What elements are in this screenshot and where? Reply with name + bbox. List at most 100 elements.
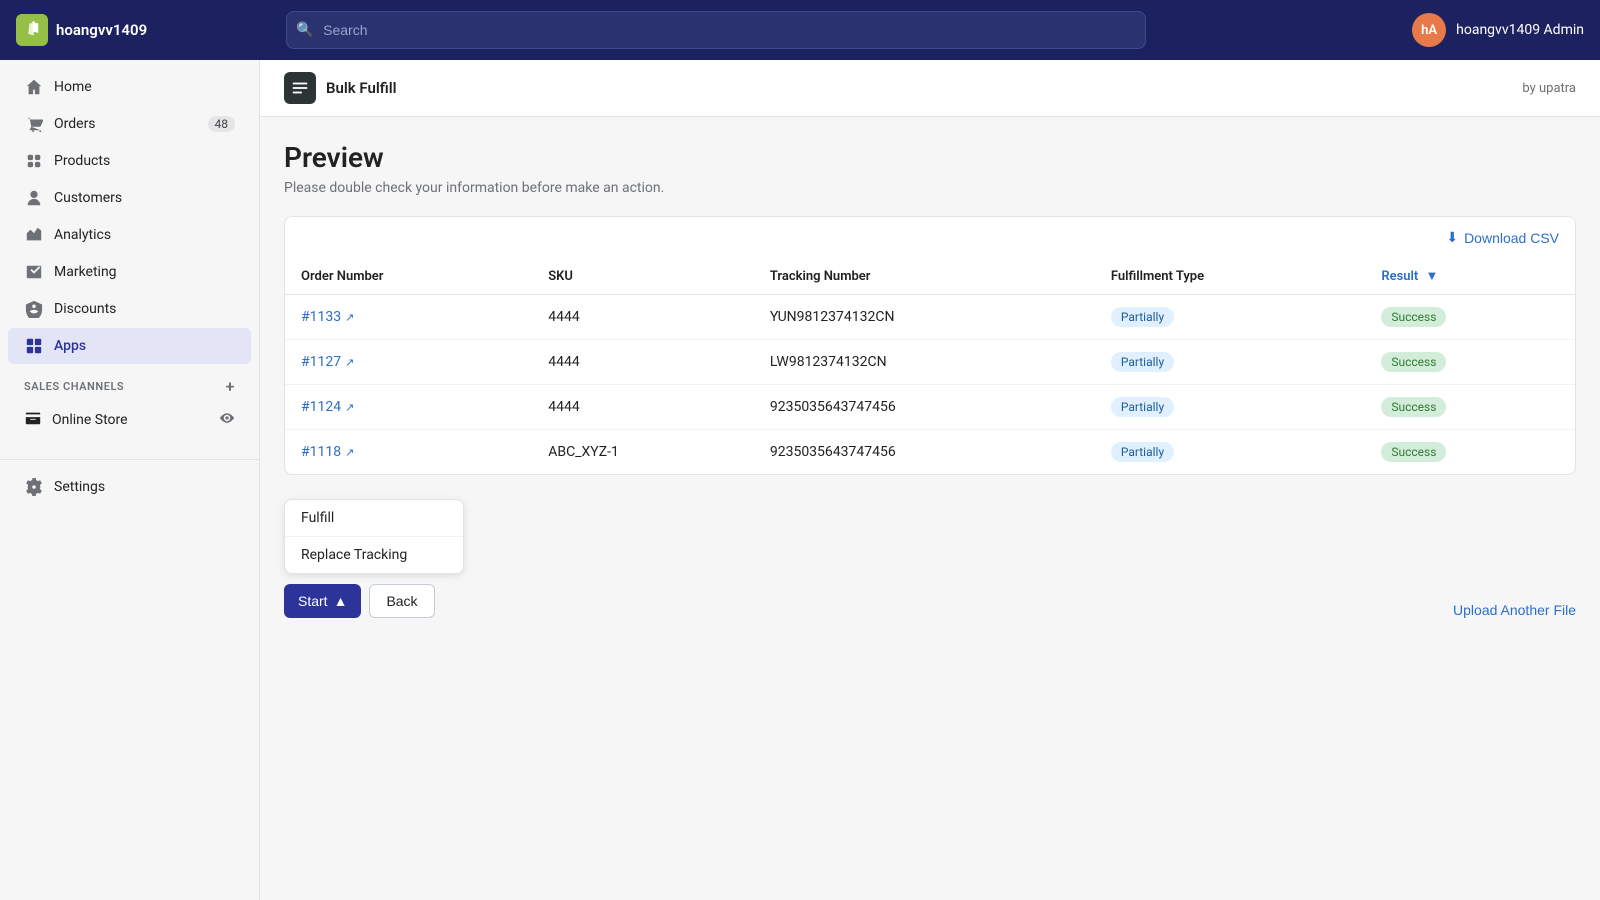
download-csv-button[interactable]: ⬇ Download CSV (1446, 229, 1559, 246)
search-icon: 🔍 (296, 22, 313, 38)
sidebar-item-marketing[interactable]: Marketing (8, 254, 251, 290)
topnav-right: hA hoangvv1409 Admin (1412, 13, 1584, 47)
table-body: #1133 ↗ 4444 YUN9812374132CN Partially S… (285, 295, 1575, 475)
external-link-icon: ↗ (345, 446, 354, 459)
sidebar-item-home[interactable]: Home (8, 69, 251, 105)
col-tracking-number: Tracking Number (754, 258, 1095, 295)
orders-badge: 48 (208, 116, 236, 132)
results-table: Order Number SKU Tracking Number Fulfill… (285, 258, 1575, 474)
tracking-cell: 9235035643747456 (754, 385, 1095, 430)
sales-channels-label: SALES CHANNELS + (0, 365, 259, 400)
preview-subtitle: Please double check your information bef… (284, 180, 1576, 196)
store-logo[interactable]: hoangvv1409 (16, 14, 147, 46)
sidebar-item-customers[interactable]: Customers (8, 180, 251, 216)
sidebar-item-analytics[interactable]: Analytics (8, 217, 251, 253)
preview-title: Preview (284, 141, 1576, 174)
action-bar: Fulfill Replace Tracking Start ▲ Back Up… (260, 499, 1600, 642)
eye-icon[interactable] (219, 410, 235, 430)
external-link-icon: ↗ (345, 356, 354, 369)
tracking-cell: YUN9812374132CN (754, 295, 1095, 340)
apps-icon (24, 336, 44, 356)
home-icon (24, 77, 44, 97)
customers-icon (24, 188, 44, 208)
order-link-1133[interactable]: #1133 ↗ (301, 309, 516, 325)
dropdown-fulfill-item: Fulfill (285, 500, 463, 537)
sidebar-item-orders[interactable]: Orders 48 (8, 106, 251, 142)
products-icon (24, 151, 44, 171)
external-link-icon: ↗ (345, 401, 354, 414)
tracking-cell: LW9812374132CN (754, 340, 1095, 385)
start-button[interactable]: Start ▲ (284, 584, 361, 618)
results-table-container: ⬇ Download CSV Order Number SKU Tracking… (284, 216, 1576, 475)
add-sales-channel-button[interactable]: + (226, 377, 235, 396)
top-navigation: hoangvv1409 🔍 hA hoangvv1409 Admin (0, 0, 1600, 60)
sidebar-item-apps[interactable]: Apps (8, 328, 251, 364)
action-left: Fulfill Replace Tracking Start ▲ Back (284, 499, 464, 618)
app-title: Bulk Fulfill (326, 79, 397, 97)
sidebar-label-orders: Orders (54, 116, 96, 132)
download-icon: ⬇ (1446, 229, 1458, 246)
store-name: hoangvv1409 (56, 21, 147, 39)
sku-cell: 4444 (532, 385, 754, 430)
app-icon (284, 72, 316, 104)
result-badge: Success (1381, 397, 1446, 417)
result-badge: Success (1381, 442, 1446, 462)
button-group: Start ▲ Back (284, 584, 464, 618)
dropdown-replace-tracking-item: Replace Tracking (285, 537, 463, 573)
result-badge: Success (1381, 307, 1446, 327)
marketing-icon (24, 262, 44, 282)
external-link-icon: ↗ (345, 311, 354, 324)
orders-icon (24, 114, 44, 134)
sidebar-item-discounts[interactable]: Discounts (8, 291, 251, 327)
fulfillment-badge: Partially (1111, 352, 1174, 372)
online-store-icon (24, 409, 42, 431)
sidebar-label-settings: Settings (54, 479, 105, 495)
main-layout: Home Orders 48 Products Customers Anal (0, 60, 1600, 900)
shopify-icon (16, 14, 48, 46)
action-dropdown-card: Fulfill Replace Tracking (284, 499, 464, 574)
sidebar-item-online-store[interactable]: Online Store (8, 401, 251, 439)
sidebar-label-analytics: Analytics (54, 227, 111, 243)
app-header: Bulk Fulfill by upatra (260, 60, 1600, 117)
avatar[interactable]: hA (1412, 13, 1446, 47)
order-link-1127[interactable]: #1127 ↗ (301, 354, 516, 370)
table-row: #1127 ↗ 4444 LW9812374132CN Partially Su… (285, 340, 1575, 385)
sidebar-label-products: Products (54, 153, 110, 169)
admin-label: hoangvv1409 Admin (1456, 22, 1584, 38)
table-toolbar: ⬇ Download CSV (285, 217, 1575, 258)
sidebar-item-products[interactable]: Products (8, 143, 251, 179)
back-button[interactable]: Back (369, 584, 434, 618)
upload-another-file-button[interactable]: Upload Another File (1453, 602, 1576, 618)
col-result: Result ▼ (1365, 258, 1575, 295)
tracking-cell: 9235035643747456 (754, 430, 1095, 475)
table-row: #1124 ↗ 4444 9235035643747456 Partially … (285, 385, 1575, 430)
order-link-1118[interactable]: #1118 ↗ (301, 444, 516, 460)
search-input[interactable] (286, 11, 1146, 49)
sidebar: Home Orders 48 Products Customers Anal (0, 60, 260, 900)
app-header-left: Bulk Fulfill (284, 72, 397, 104)
online-store-label: Online Store (52, 412, 128, 428)
sidebar-item-settings[interactable]: Settings (8, 469, 251, 505)
table-row: #1133 ↗ 4444 YUN9812374132CN Partially S… (285, 295, 1575, 340)
result-badge: Success (1381, 352, 1446, 372)
sku-cell: ABC_XYZ-1 (532, 430, 754, 475)
table-row: #1118 ↗ ABC_XYZ-1 9235035643747456 Parti… (285, 430, 1575, 475)
sidebar-label-discounts: Discounts (54, 301, 116, 317)
search-bar: 🔍 (286, 11, 1146, 49)
order-link-1124[interactable]: #1124 ↗ (301, 399, 516, 415)
fulfillment-badge: Partially (1111, 442, 1174, 462)
fulfillment-badge: Partially (1111, 307, 1174, 327)
chevron-up-icon: ▲ (334, 593, 348, 609)
sku-cell: 4444 (532, 295, 754, 340)
page-content: Preview Please double check your informa… (260, 117, 1600, 475)
settings-icon (24, 477, 44, 497)
table-header: Order Number SKU Tracking Number Fulfill… (285, 258, 1575, 295)
sidebar-label-home: Home (54, 79, 92, 95)
col-sku: SKU (532, 258, 754, 295)
fulfillment-badge: Partially (1111, 397, 1174, 417)
sidebar-label-apps: Apps (54, 338, 86, 354)
col-fulfillment-type: Fulfillment Type (1095, 258, 1366, 295)
by-label: by upatra (1522, 81, 1576, 96)
analytics-icon (24, 225, 44, 245)
result-filter-icon[interactable]: ▼ (1426, 269, 1439, 284)
